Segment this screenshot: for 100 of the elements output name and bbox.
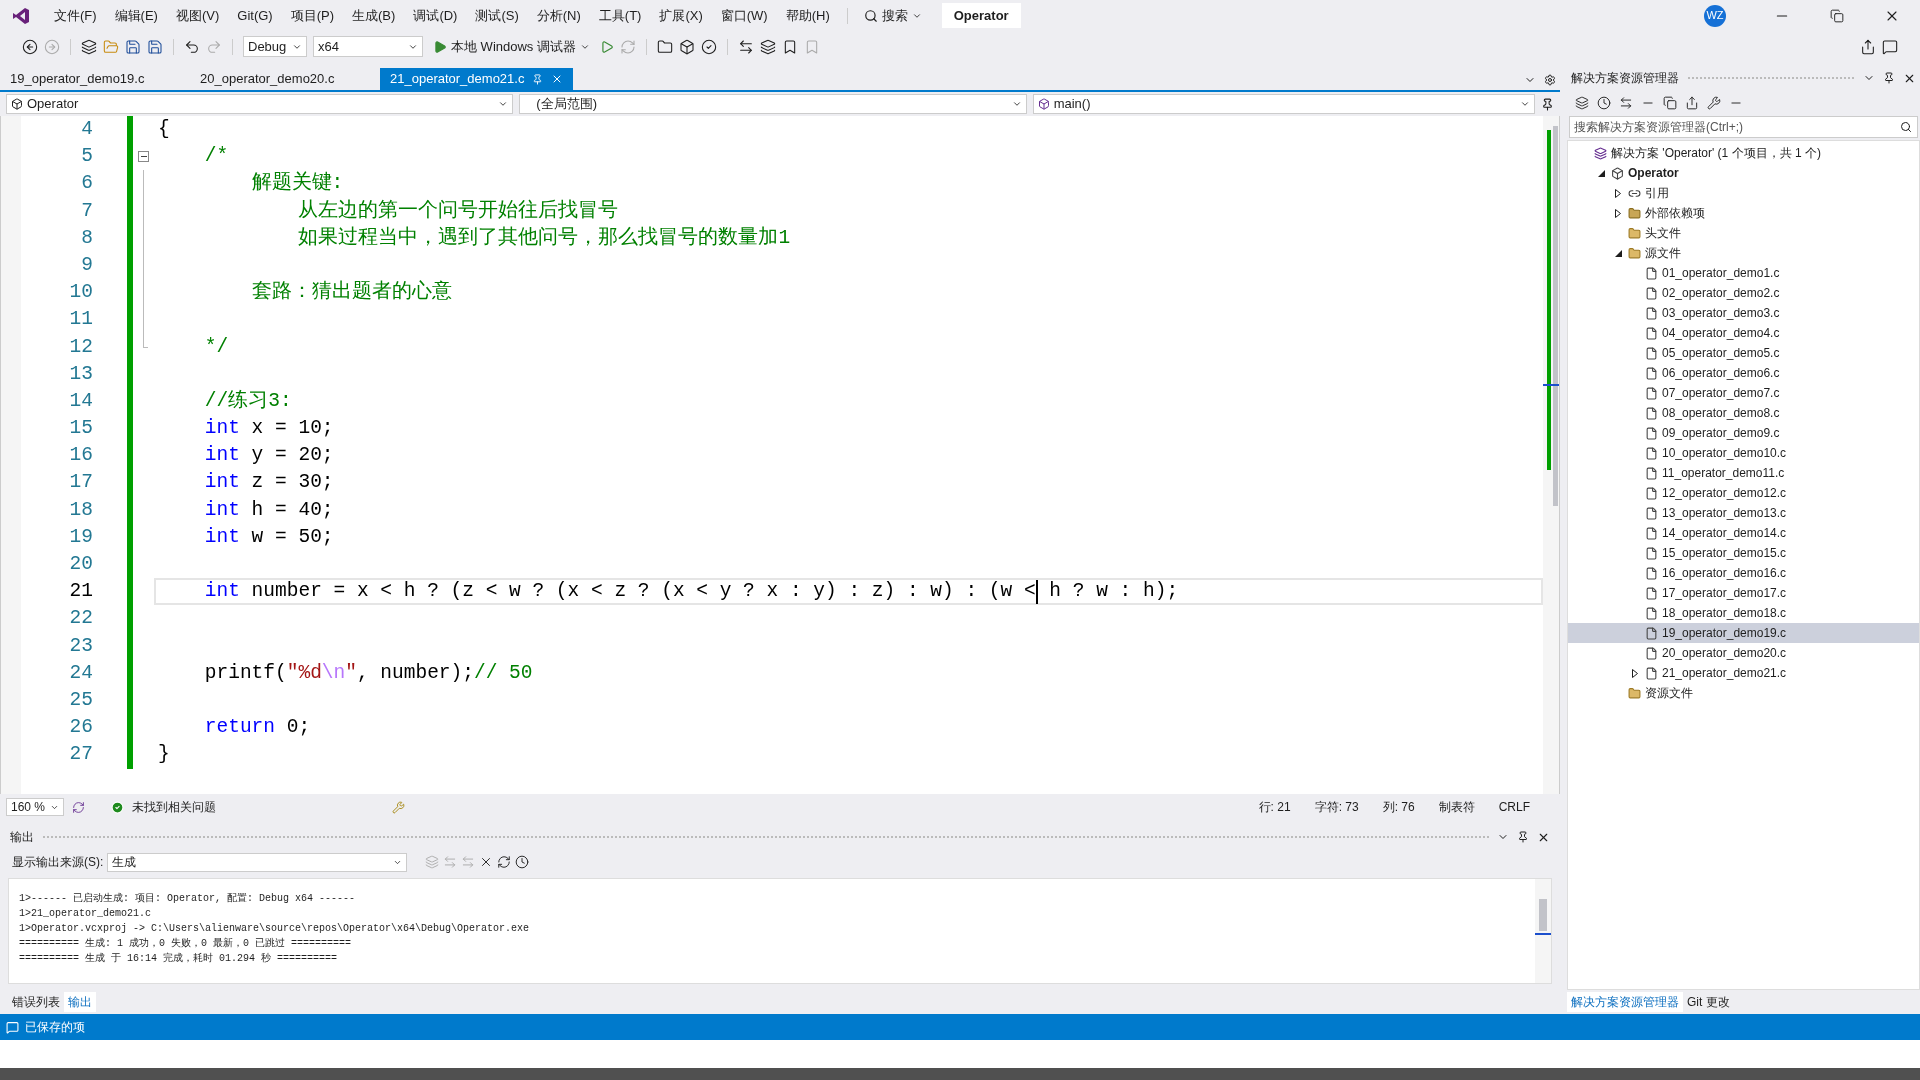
vertical-scrollbar[interactable] [1543, 116, 1559, 794]
menu-item[interactable]: 调试(D) [404, 1, 467, 30]
menu-item[interactable]: 视图(V) [166, 1, 229, 30]
tree-item[interactable]: 03_operator_demo3.c [1568, 303, 1919, 323]
play-icon[interactable] [599, 39, 614, 54]
tree-item[interactable]: 06_operator_demo6.c [1568, 363, 1919, 383]
tree-item[interactable]: 13_operator_demo13.c [1568, 503, 1919, 523]
line-number: 8 [81, 225, 93, 251]
panel-tab[interactable]: 输出 [64, 992, 96, 1012]
history-icon[interactable] [1597, 96, 1611, 110]
expanded-icon[interactable] [1597, 169, 1605, 177]
tree-item[interactable]: 10_operator_demo10.c [1568, 443, 1919, 463]
menu-item[interactable]: 测试(S) [466, 1, 528, 30]
back-icon[interactable] [22, 38, 38, 55]
tree-item[interactable]: 11_operator_demo11.c [1568, 463, 1919, 483]
tree-label: 18_operator_demo18.c [1662, 605, 1787, 622]
tree-item[interactable]: 源文件 [1568, 243, 1919, 263]
swap-icon[interactable] [737, 38, 754, 55]
menu-item[interactable]: 分析(N) [527, 1, 590, 30]
platform-dropdown[interactable]: x64 [313, 36, 423, 57]
tree-item[interactable]: 08_operator_demo8.c [1568, 403, 1919, 423]
feedback-icon[interactable] [1882, 38, 1898, 55]
copy-icon[interactable] [1663, 96, 1677, 110]
tree-item[interactable]: 18_operator_demo18.c [1568, 603, 1919, 623]
tree-item[interactable]: 16_operator_demo16.c [1568, 563, 1919, 583]
sync-icon[interactable] [72, 800, 85, 814]
zoom-dropdown[interactable]: 160 % [6, 798, 64, 816]
tree-item[interactable]: 12_operator_demo12.c [1568, 483, 1919, 503]
project-dropdown[interactable]: Operator [6, 94, 514, 114]
output-line: ========== 生成: 1 成功，0 失败，0 最新，0 已跳过 ========== [19, 936, 352, 951]
clock-icon[interactable] [515, 855, 530, 869]
folder-icon[interactable] [656, 38, 673, 55]
menu-item[interactable]: 编辑(E) [105, 1, 167, 30]
layers-icon[interactable] [759, 38, 776, 55]
pin-icon[interactable] [1517, 831, 1529, 843]
panel-tab[interactable]: 错误列表 [8, 992, 64, 1012]
tree-item[interactable]: 21_operator_demo21.c [1568, 663, 1919, 683]
collapse-icon[interactable] [138, 151, 149, 163]
message-icon [6, 1020, 19, 1034]
tree-item[interactable]: 07_operator_demo7.c [1568, 383, 1919, 403]
menu-item[interactable]: Git(G) [228, 1, 282, 30]
start-debugging-button[interactable]: 本地 Windows 调试器 [429, 36, 594, 57]
wrench-icon[interactable] [1707, 96, 1721, 110]
panel-tab[interactable]: 解决方案资源管理器 [1567, 992, 1683, 1012]
box-icon[interactable] [678, 38, 695, 55]
tree-item[interactable]: 外部依赖项 [1568, 203, 1919, 223]
menu-item[interactable]: 工具(T) [589, 1, 651, 30]
tree-item[interactable]: 14_operator_demo14.c [1568, 523, 1919, 543]
save-icon[interactable] [125, 38, 141, 55]
tree-item[interactable]: 头文件 [1568, 223, 1919, 243]
tree-item[interactable]: 引用 [1568, 183, 1919, 203]
tree-item[interactable]: 资源文件 [1568, 683, 1919, 703]
menu-item[interactable]: 生成(B) [343, 1, 405, 30]
menu-item[interactable]: 项目(P) [281, 1, 344, 30]
expanded-icon[interactable] [1614, 249, 1622, 257]
menu-item[interactable]: 文件(F) [45, 1, 106, 30]
tree-label: 引用 [1645, 185, 1669, 202]
share-icon[interactable] [1860, 38, 1876, 55]
sync-icon[interactable] [1619, 96, 1633, 110]
tree-item[interactable]: 解决方案 'Operator' (1 个项目，共 1 个) [1568, 143, 1919, 163]
menu-item[interactable]: 帮助(H) [776, 1, 839, 30]
pin-icon[interactable] [1883, 72, 1895, 84]
collapsed-icon[interactable] [1615, 208, 1621, 218]
collapsed-icon[interactable] [1632, 668, 1638, 678]
tab-title: 20_operator_demo20.c [200, 70, 335, 89]
document-tab[interactable]: 20_operator_demo20.c [190, 68, 380, 90]
settings-icon[interactable] [1544, 74, 1556, 86]
search-button[interactable]: 搜索 [855, 5, 930, 26]
menu-item[interactable]: 窗口(W) [711, 1, 777, 30]
tree-item[interactable]: 15_operator_demo15.c [1568, 543, 1919, 563]
tree-item[interactable]: 04_operator_demo4.c [1568, 323, 1919, 343]
line-number: 27 [69, 742, 93, 768]
collapsed-icon[interactable] [1615, 188, 1621, 198]
menu-item[interactable]: 扩展(X) [650, 1, 712, 30]
tree-item[interactable]: 17_operator_demo17.c [1568, 583, 1919, 603]
member-dropdown[interactable]: main() [1032, 94, 1535, 114]
tree-item[interactable]: 01_operator_demo1.c [1568, 263, 1919, 283]
tree-item[interactable]: 02_operator_demo2.c [1568, 283, 1919, 303]
output-line: 1>21_operator_demo21.c [19, 907, 152, 921]
document-tab[interactable]: 19_operator_demo19.c [0, 68, 190, 90]
tree-item[interactable]: 19_operator_demo19.c [1568, 623, 1919, 643]
undo-icon[interactable] [184, 38, 200, 55]
panel-tab[interactable]: Git 更改 [1683, 992, 1734, 1012]
tree-item[interactable]: 20_operator_demo20.c [1568, 643, 1919, 663]
tree-item[interactable]: 05_operator_demo5.c [1568, 343, 1919, 363]
user-avatar[interactable]: WZ [1704, 4, 1726, 27]
scope-dropdown[interactable]: (全局范围) [519, 94, 1027, 114]
code-line: int w = 50; [203, 524, 335, 550]
panel-title: 解决方案资源管理器 [1571, 70, 1679, 87]
restore-icon[interactable] [1830, 8, 1844, 23]
output-source-dropdown[interactable]: 生成 [107, 852, 408, 872]
vertical-scrollbar[interactable] [1535, 879, 1551, 983]
check-icon[interactable] [700, 38, 717, 55]
configuration-dropdown[interactable]: Debug [243, 36, 307, 57]
save-all-icon[interactable] [147, 38, 163, 55]
tree-item[interactable]: Operator [1568, 163, 1919, 183]
tree-item[interactable]: 09_operator_demo9.c [1568, 423, 1919, 443]
search-field[interactable]: 搜索解决方案资源管理器(Ctrl+;) [1569, 116, 1918, 138]
solution-icon [1594, 146, 1607, 160]
search-icon [1900, 121, 1912, 133]
